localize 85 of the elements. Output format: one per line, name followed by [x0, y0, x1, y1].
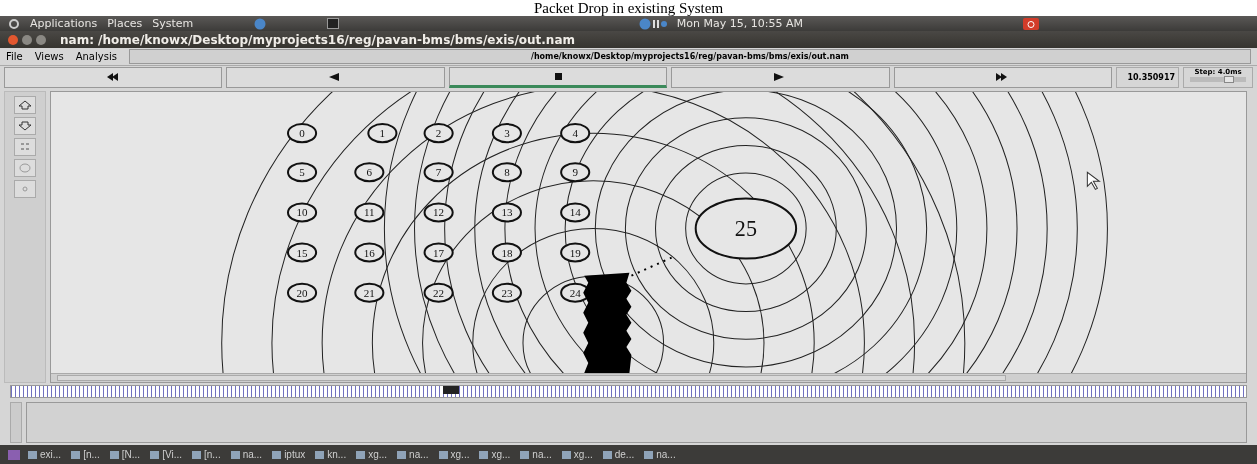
network-node[interactable]: 15: [287, 242, 318, 263]
network-node[interactable]: 16: [354, 242, 385, 263]
edit-button[interactable]: [14, 137, 36, 156]
annotation-area[interactable]: [26, 401, 1247, 444]
network-node[interactable]: 7: [423, 162, 454, 183]
panel-menu[interactable]: Applications: [30, 17, 98, 31]
network-node[interactable]: 13: [491, 202, 522, 223]
network-node[interactable]: 12: [423, 202, 454, 223]
network-node[interactable]: 1: [367, 122, 398, 143]
show-desktop-icon[interactable]: [8, 449, 20, 460]
timeline-ruler[interactable]: [10, 384, 1247, 398]
taskbar-item[interactable]: xg...: [477, 449, 513, 461]
network-node[interactable]: 6: [354, 162, 385, 183]
network-node[interactable]: 19: [560, 242, 591, 263]
menu-item[interactable]: Views: [34, 51, 64, 63]
figure-caption: Packet Drop in existing System: [533, 0, 724, 16]
panel-clock[interactable]: Mon May 15, 10:55 AM: [676, 17, 803, 31]
time-marker[interactable]: [443, 385, 460, 394]
close-button[interactable]: [8, 34, 18, 45]
menu-item[interactable]: Analysis: [75, 51, 117, 63]
taskbar-item[interactable]: xg...: [436, 449, 472, 461]
network-node[interactable]: 17: [423, 242, 454, 263]
taskbar-item[interactable]: [n...: [190, 449, 223, 461]
network-node[interactable]: 22: [423, 282, 454, 303]
horizontal-scrollbar[interactable]: [57, 374, 1006, 381]
down-arrow-icon: [18, 120, 32, 131]
circle-tool-button[interactable]: [14, 158, 36, 177]
maximize-button[interactable]: [36, 34, 46, 45]
network-node[interactable]: 0: [287, 122, 318, 143]
terminal-icon[interactable]: [327, 18, 340, 30]
network-node[interactable]: 10: [287, 202, 318, 223]
network-node[interactable]: 8: [491, 162, 522, 183]
taskbar-item[interactable]: [N...: [107, 449, 143, 461]
power-icon[interactable]: [1023, 17, 1039, 30]
edit-icon: [20, 141, 30, 152]
play-button[interactable]: [671, 67, 890, 88]
network-node[interactable]: 9: [560, 162, 591, 183]
vertical-scrollbar[interactable]: [10, 401, 22, 444]
network-node[interactable]: 23: [491, 282, 522, 303]
taskbar-item[interactable]: na...: [228, 449, 265, 461]
network-icon[interactable]: [638, 17, 667, 30]
menu-item[interactable]: File: [6, 51, 23, 63]
browser-icon[interactable]: [253, 17, 268, 30]
zoom-out-button[interactable]: [14, 116, 36, 135]
dot-tool-button[interactable]: [14, 179, 36, 198]
taskbar-item[interactable]: [n...: [69, 449, 102, 461]
panel-menu[interactable]: Places: [107, 17, 143, 31]
network-node[interactable]: 11: [354, 202, 385, 223]
network-node[interactable]: 18: [491, 242, 522, 263]
network-node[interactable]: 3: [491, 122, 522, 143]
panel-menu[interactable]: System: [152, 17, 194, 31]
network-node[interactable]: 25: [694, 197, 798, 260]
network-node[interactable]: 14: [560, 202, 591, 223]
small-circle-icon: [22, 185, 28, 192]
stop-button[interactable]: [448, 67, 668, 88]
rewind-icon: [106, 73, 120, 82]
file-path: /home/knowx/Desktop/myprojects16/reg/pavan-bms/bms/exis/out.nam: [128, 49, 1251, 65]
network-node[interactable]: 5: [287, 162, 318, 183]
back-button[interactable]: [226, 67, 445, 88]
network-node[interactable]: 2: [423, 122, 454, 143]
taskbar-item[interactable]: na...: [642, 449, 678, 461]
taskbar-item[interactable]: na...: [518, 449, 554, 461]
packet-trail: [631, 256, 672, 277]
taskbar-item[interactable]: iptux: [270, 449, 308, 461]
taskbar-item[interactable]: [Vi...: [148, 449, 184, 461]
taskbar-item[interactable]: de...: [600, 449, 637, 461]
rewind-button[interactable]: [4, 67, 223, 88]
mouse-cursor-icon: [1086, 171, 1100, 190]
time-display: 10.350917: [1116, 67, 1180, 88]
window-title: nam: /home/knowx/Desktop/myprojects16/reg/pavan-bms/bms/exis/out.nam: [60, 32, 575, 47]
forward-button[interactable]: [893, 67, 1113, 88]
network-node[interactable]: 4: [560, 122, 591, 143]
up-arrow-icon: [18, 99, 32, 110]
zoom-in-button[interactable]: [14, 95, 36, 114]
network-node[interactable]: 21: [354, 282, 385, 303]
step-slider-thumb[interactable]: [1224, 76, 1235, 83]
taskbar-item[interactable]: xg...: [354, 449, 390, 461]
taskbar-item[interactable]: xg...: [559, 449, 595, 461]
panel-logo-icon: [8, 17, 20, 30]
circle-icon: [19, 162, 31, 173]
taskbar-item[interactable]: na...: [395, 449, 431, 461]
minimize-button[interactable]: [22, 34, 32, 45]
taskbar-item[interactable]: kn...: [313, 449, 349, 461]
network-node[interactable]: 20: [287, 282, 318, 303]
taskbar-item[interactable]: exi...: [26, 449, 64, 461]
